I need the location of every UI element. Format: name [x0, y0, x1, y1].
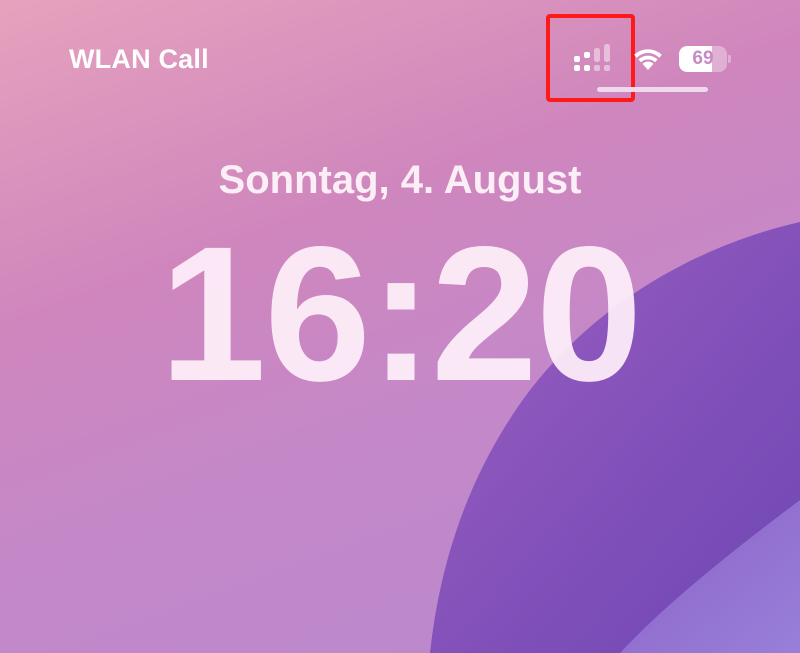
battery-level-text: 69 — [692, 48, 714, 69]
control-center-indicator[interactable] — [597, 87, 708, 92]
lock-screen-time: 16:20 — [159, 206, 642, 421]
carrier-label: WLAN Call — [69, 44, 209, 74]
wifi-icon — [634, 49, 662, 70]
battery-body: 69 — [679, 46, 727, 72]
battery-cap — [728, 55, 731, 63]
lock-screen-date: Sonntag, 4. August — [218, 158, 582, 202]
cellular-signal-icon — [574, 44, 610, 71]
battery-indicator: 69 — [679, 46, 731, 72]
